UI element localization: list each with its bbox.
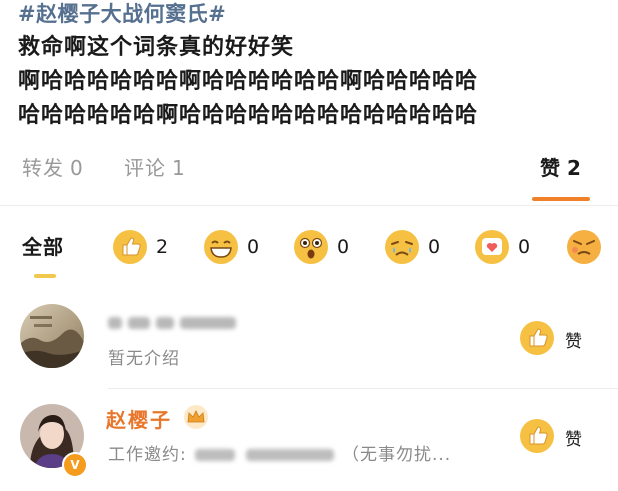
liker-row[interactable]: 暂无介绍 赞 xyxy=(0,296,618,388)
tab-repost[interactable]: 转发 0 xyxy=(22,152,84,181)
like-label: 赞 xyxy=(565,430,582,450)
work-suffix: （无事勿扰... xyxy=(341,445,452,465)
crown-icon xyxy=(184,405,208,429)
thumbs-up-icon xyxy=(520,321,554,355)
reaction-filter-laugh[interactable]: 0 xyxy=(203,229,259,269)
reaction-count: 0 xyxy=(247,236,260,258)
surprised-face-icon xyxy=(294,230,328,264)
post-text-line: 哈哈哈哈哈哈啊哈哈哈哈哈哈哈哈哈哈哈哈哈 xyxy=(18,103,479,128)
interaction-tabs: 转发 0 评论 1 赞2 xyxy=(0,152,618,196)
reaction-filter-indicator xyxy=(34,274,56,278)
reaction-filter-angry[interactable] xyxy=(566,229,602,269)
reaction-filter-heart[interactable]: 0 xyxy=(474,229,530,269)
reaction-count: 2 xyxy=(156,236,169,258)
reaction-count: 0 xyxy=(337,236,350,258)
redacted-text xyxy=(245,449,334,461)
tab-repost-count: 0 xyxy=(70,156,84,180)
tab-like-label: 赞 xyxy=(540,156,561,180)
reaction-filter-cry[interactable]: 0 xyxy=(384,229,440,269)
thumbs-up-icon xyxy=(113,230,147,264)
thumbs-up-icon xyxy=(520,419,554,453)
post-text-line: 救命啊这个词条真的好好笑 xyxy=(18,35,295,60)
reaction-filter-all[interactable]: 全部 xyxy=(22,231,64,260)
redacted-text xyxy=(195,449,236,461)
reaction-filter-surprised[interactable]: 0 xyxy=(293,229,349,269)
tab-repost-label: 转发 xyxy=(22,156,64,180)
like-badge: 赞 xyxy=(519,418,589,454)
reaction-filter-bar: 全部 2 0 0 0 0 xyxy=(0,225,618,273)
user-intro: 工作邀约: （无事勿扰... xyxy=(108,440,451,465)
username-blurred[interactable] xyxy=(108,314,236,332)
avatar[interactable] xyxy=(20,304,84,368)
username-link[interactable]: 赵樱子 xyxy=(106,404,172,433)
user-intro: 暂无介绍 xyxy=(108,349,180,369)
heart-icon xyxy=(475,230,509,264)
reaction-count: 0 xyxy=(518,236,531,258)
post-content: #赵樱子大战何窦氏# 救命啊这个词条真的好好笑 啊哈哈哈哈哈哈啊哈哈哈哈哈哈啊哈… xyxy=(18,0,608,133)
liker-row[interactable]: V 赵樱子 工作邀约: （无事勿扰... 赞 xyxy=(0,396,618,488)
reaction-filter-thumbs-up[interactable]: 2 xyxy=(112,229,168,269)
like-badge: 赞 xyxy=(519,320,589,356)
divider xyxy=(0,205,618,206)
laughing-face-icon xyxy=(204,230,238,264)
crying-face-icon xyxy=(385,230,419,264)
tab-comment[interactable]: 评论 1 xyxy=(124,152,186,181)
divider xyxy=(108,388,618,389)
work-prefix: 工作邀约: xyxy=(108,445,187,465)
tab-like-count: 2 xyxy=(567,156,582,180)
tab-comment-count: 1 xyxy=(172,156,186,180)
hashtag-link[interactable]: #赵樱子大战何窦氏# xyxy=(18,0,608,28)
tab-comment-label: 评论 xyxy=(124,156,166,180)
angry-face-icon xyxy=(567,230,601,264)
post-text-line: 啊哈哈哈哈哈哈啊哈哈哈哈哈哈啊哈哈哈哈哈 xyxy=(18,69,479,94)
reaction-count: 0 xyxy=(428,236,441,258)
verified-badge-icon: V xyxy=(62,452,88,478)
landscape-avatar-image xyxy=(20,304,84,368)
active-tab-indicator xyxy=(532,197,590,201)
like-label: 赞 xyxy=(565,332,582,352)
tab-like[interactable]: 赞2 xyxy=(540,152,582,181)
